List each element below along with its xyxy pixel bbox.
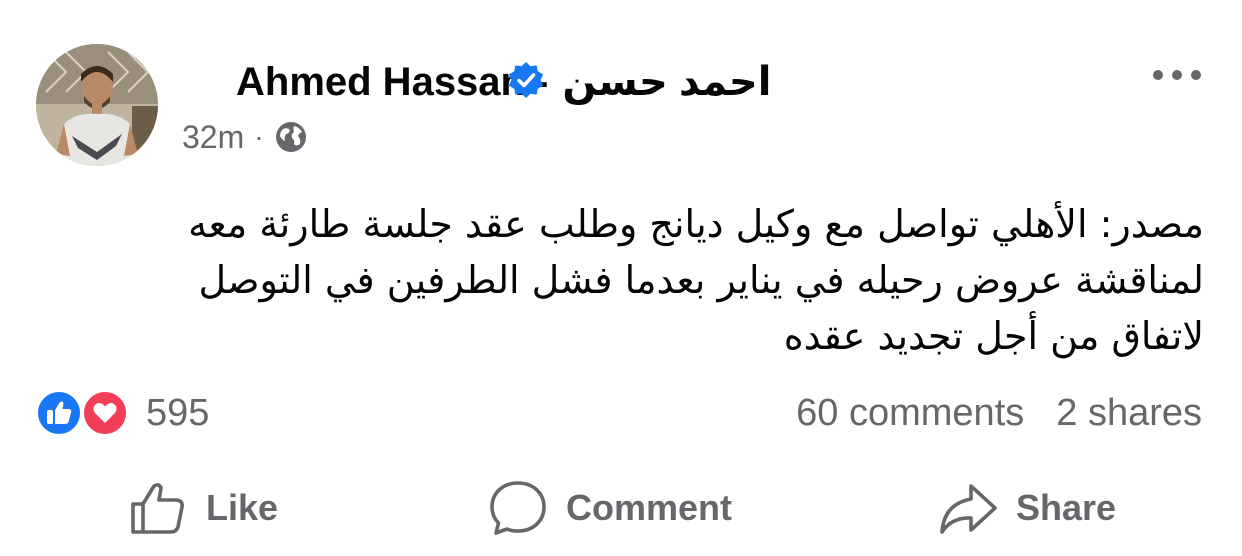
avatar[interactable] [36, 44, 158, 166]
author-name[interactable]: Ahmed Hassan [236, 60, 525, 105]
engagement-stats: 60 comments 2 shares [796, 390, 1202, 436]
author-name-arabic[interactable]: احمد حسن [562, 59, 771, 105]
verified-badge-icon [508, 62, 544, 98]
globe-icon [275, 122, 306, 152]
share-arrow-icon [940, 484, 997, 534]
like-label: Like [206, 487, 279, 528]
post-text: مصدر: الأهلي تواصل مع وكيل ديانج وطلب عق… [64, 196, 1204, 364]
post-author[interactable]: Ahmed Hassan - احمد حسن [236, 58, 771, 106]
comment-bubble-icon [490, 481, 546, 535]
post-timestamp[interactable]: 32m [182, 119, 244, 156]
shares-count-link[interactable]: 2 shares [1056, 392, 1202, 435]
comment-label: Comment [566, 487, 733, 528]
share-button[interactable]: Share [938, 470, 1116, 546]
post-action-bar: Like Comment Share [0, 470, 1242, 546]
comments-count-link[interactable]: 60 comments [796, 392, 1024, 435]
more-options-icon[interactable] [1150, 60, 1204, 90]
post-meta: 32m · [182, 114, 308, 160]
post-text-line: لاتفاق من أجل تجديد عقده [783, 314, 1204, 358]
love-reaction-icon [82, 390, 128, 436]
avatar-photo [36, 44, 158, 166]
share-label: Share [1016, 487, 1117, 528]
thumbs-up-icon [131, 483, 184, 534]
like-button[interactable]: Like [128, 470, 278, 546]
like-reaction-icon [36, 390, 82, 436]
reaction-count[interactable]: 595 [146, 392, 209, 435]
meta-dot: · [254, 121, 264, 152]
comment-button[interactable]: Comment [488, 470, 732, 546]
post-text-line: لمناقشة عروض رحيله في يناير بعدما فشل ال… [198, 258, 1204, 302]
reaction-icons[interactable] [36, 390, 134, 436]
reactions-summary[interactable]: 595 [36, 390, 209, 436]
post-text-line: مصدر: الأهلي تواصل مع وكيل ديانج وطلب عق… [188, 202, 1204, 246]
